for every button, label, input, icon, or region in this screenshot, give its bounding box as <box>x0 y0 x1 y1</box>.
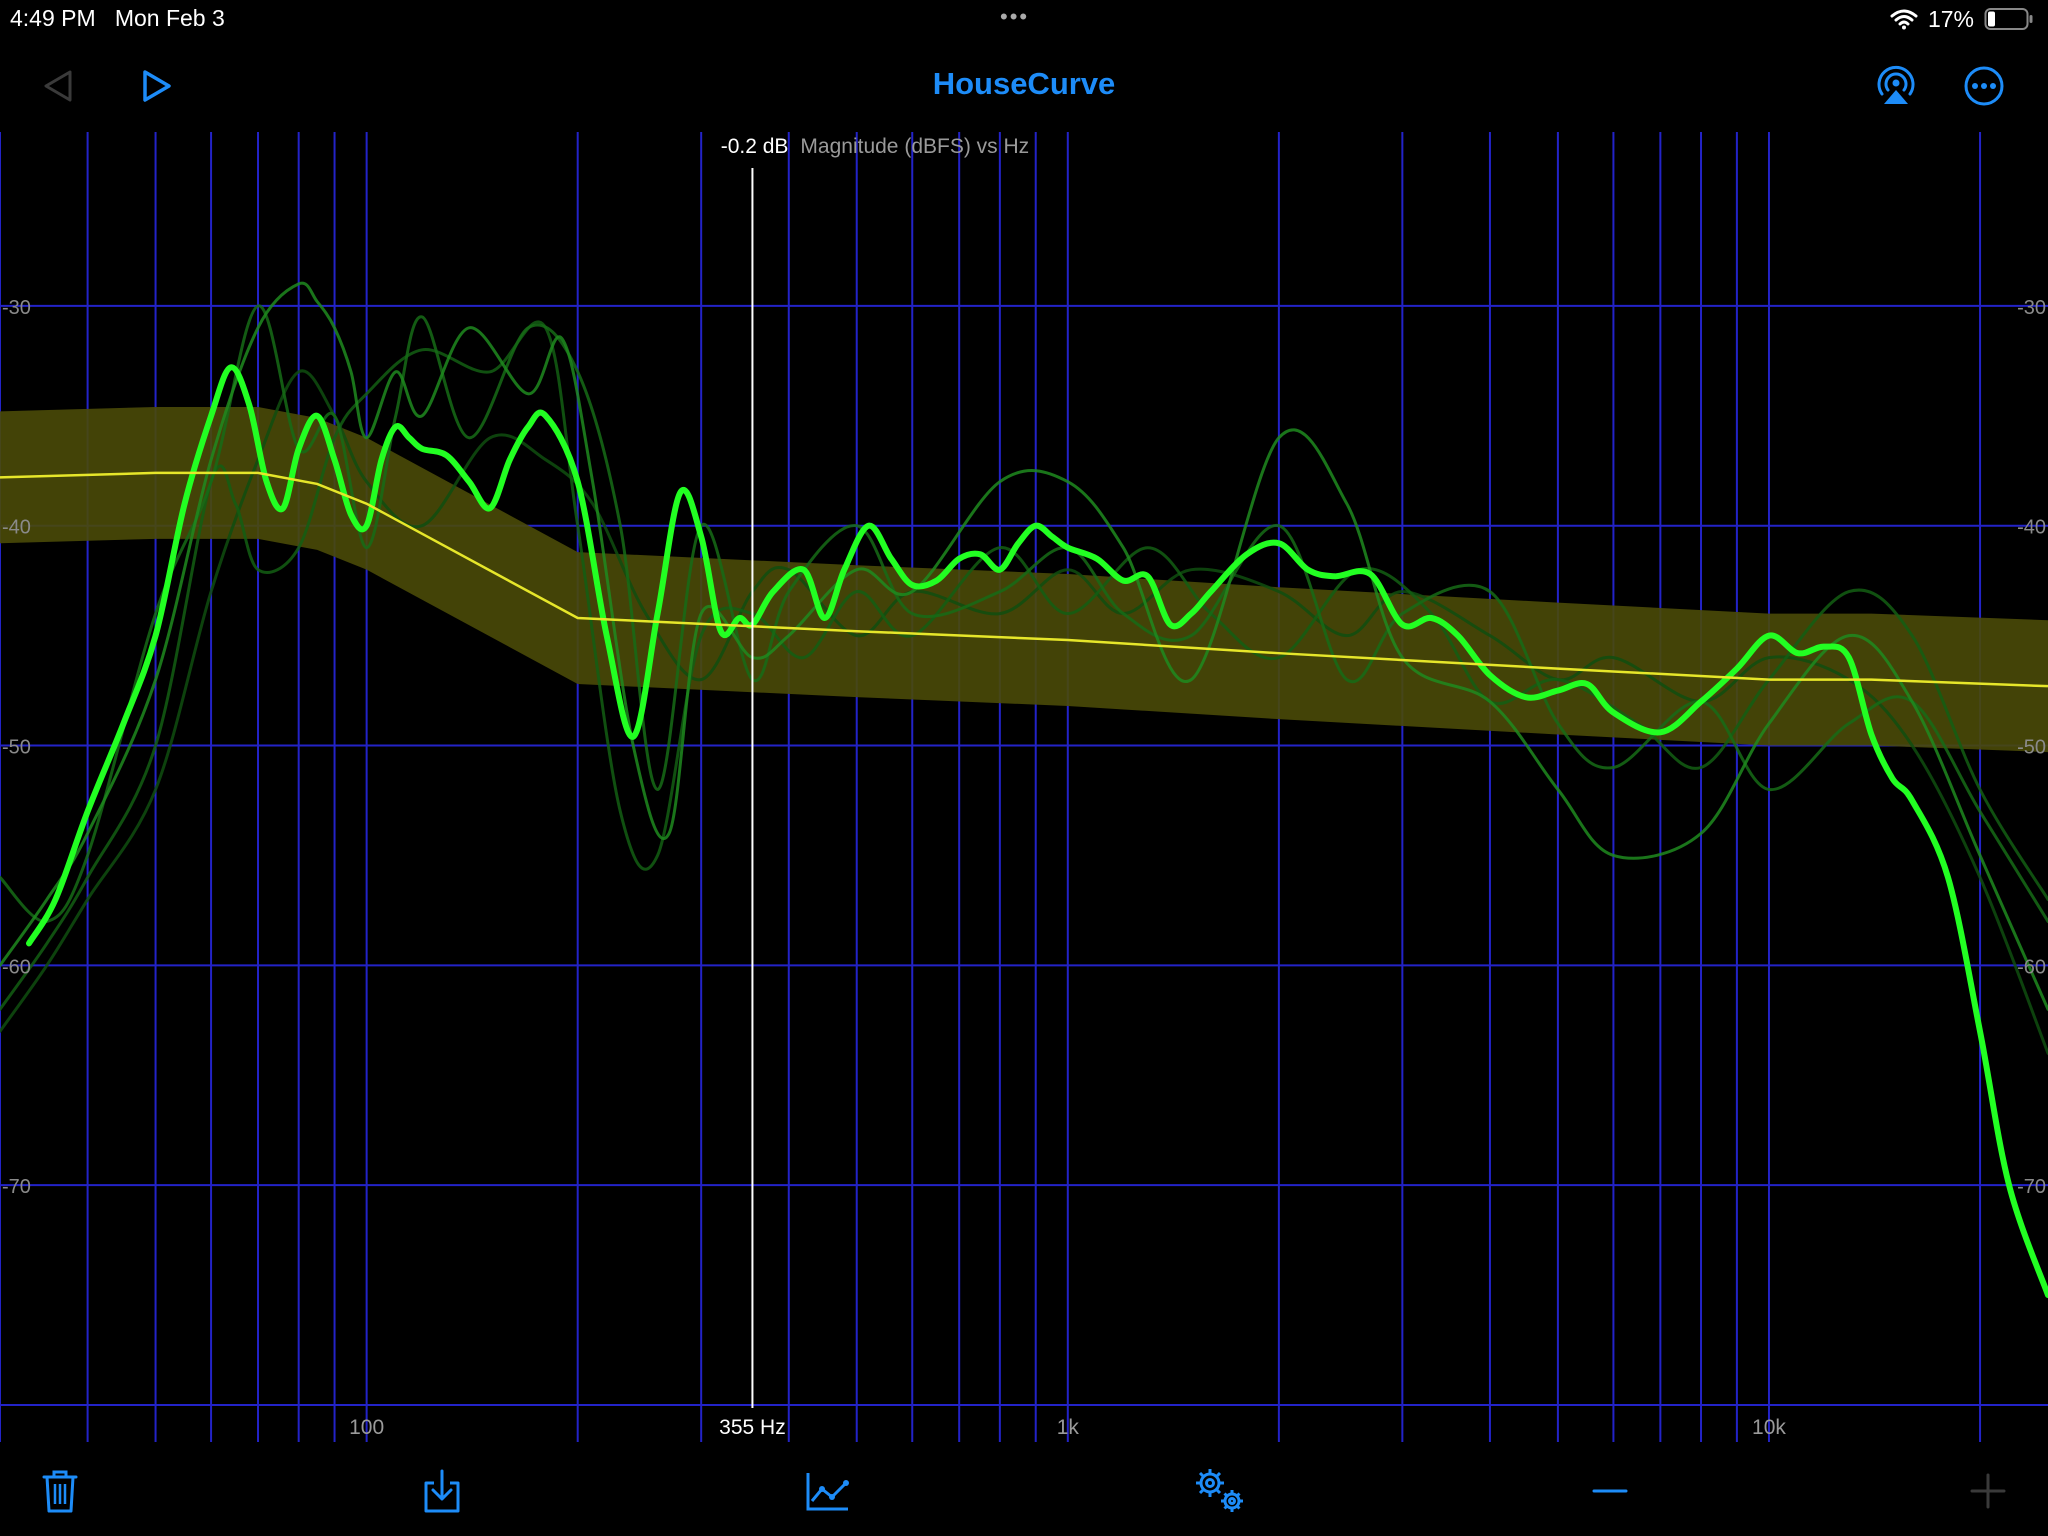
y-tick-label-right: -40 <box>2017 517 2046 539</box>
minus-icon <box>1592 1489 1628 1493</box>
target-band <box>0 406 2048 753</box>
chart-view-button[interactable] <box>800 1463 856 1519</box>
airplay-audio-icon <box>1877 65 1915 104</box>
zoom-out-button[interactable] <box>1582 1463 1638 1519</box>
x-tick-label: 10k <box>1752 1416 1786 1439</box>
y-tick-label-right: -30 <box>2017 297 2046 319</box>
cursor-frequency-label: 355 Hz <box>719 1416 786 1439</box>
y-tick-label-left: -40 <box>2 517 31 539</box>
y-tick-label-left: -30 <box>2 297 31 319</box>
x-tick-label: 100 <box>349 1416 384 1439</box>
target-tolerance-band <box>0 406 2048 753</box>
x-tick-label: 1k <box>1057 1416 1080 1439</box>
airplay-button[interactable] <box>1872 62 1920 110</box>
multitasking-dots[interactable]: ••• <box>1000 4 1029 30</box>
y-tick-label-left: -60 <box>2 956 31 978</box>
chart-title: Magnitude (dBFS) vs Hz <box>800 135 1029 158</box>
battery-icon <box>1984 8 2033 30</box>
plus-icon <box>1970 1473 2006 1509</box>
cursor-value-label: -0.2 dB <box>721 135 789 158</box>
measurement-series <box>0 281 2048 1299</box>
settings-button[interactable] <box>1192 1463 1248 1519</box>
bottom-toolbar <box>0 1445 2048 1536</box>
y-tick-label-left: -50 <box>2 737 31 759</box>
wifi-icon <box>1890 9 1918 30</box>
app-title: HouseCurve <box>932 66 1116 101</box>
frequency-response-chart[interactable]: -30 -30 -40 -40 -50 -50 -60 -60 -70 -70 100 1k 10k -… <box>0 130 2048 1445</box>
status-time: 4:49 PM <box>10 5 96 31</box>
trash-icon <box>42 1470 78 1513</box>
y-tick-label-right: -70 <box>2017 1176 2046 1198</box>
more-ellipsis-icon <box>1964 66 2004 106</box>
battery-percent: 17% <box>1927 5 1974 32</box>
grid <box>0 132 2048 1442</box>
settings-gears-icon <box>1196 1469 1243 1512</box>
y-tick-label-right: -60 <box>2017 956 2046 978</box>
chart-line-icon <box>806 1473 849 1511</box>
delete-button[interactable] <box>32 1463 88 1519</box>
status-right: 17% <box>1890 5 2034 33</box>
more-button[interactable] <box>1960 62 2008 110</box>
status-bar: 4:49 PM Mon Feb 3 ••• 17% <box>0 0 2048 38</box>
import-icon <box>424 1469 460 1513</box>
y-tick-label-right: -50 <box>2017 737 2046 759</box>
zoom-in-button[interactable] <box>1960 1463 2016 1519</box>
status-time-date: 4:49 PM Mon Feb 3 <box>10 5 225 32</box>
y-tick-label-left: -70 <box>2 1176 31 1198</box>
frequency-cursor[interactable]: -0.2 dB 355 Hz <box>719 135 788 1439</box>
navigation-bar: HouseCurve <box>0 50 2048 122</box>
status-date: Mon Feb 3 <box>114 5 225 31</box>
import-button[interactable] <box>414 1463 470 1519</box>
